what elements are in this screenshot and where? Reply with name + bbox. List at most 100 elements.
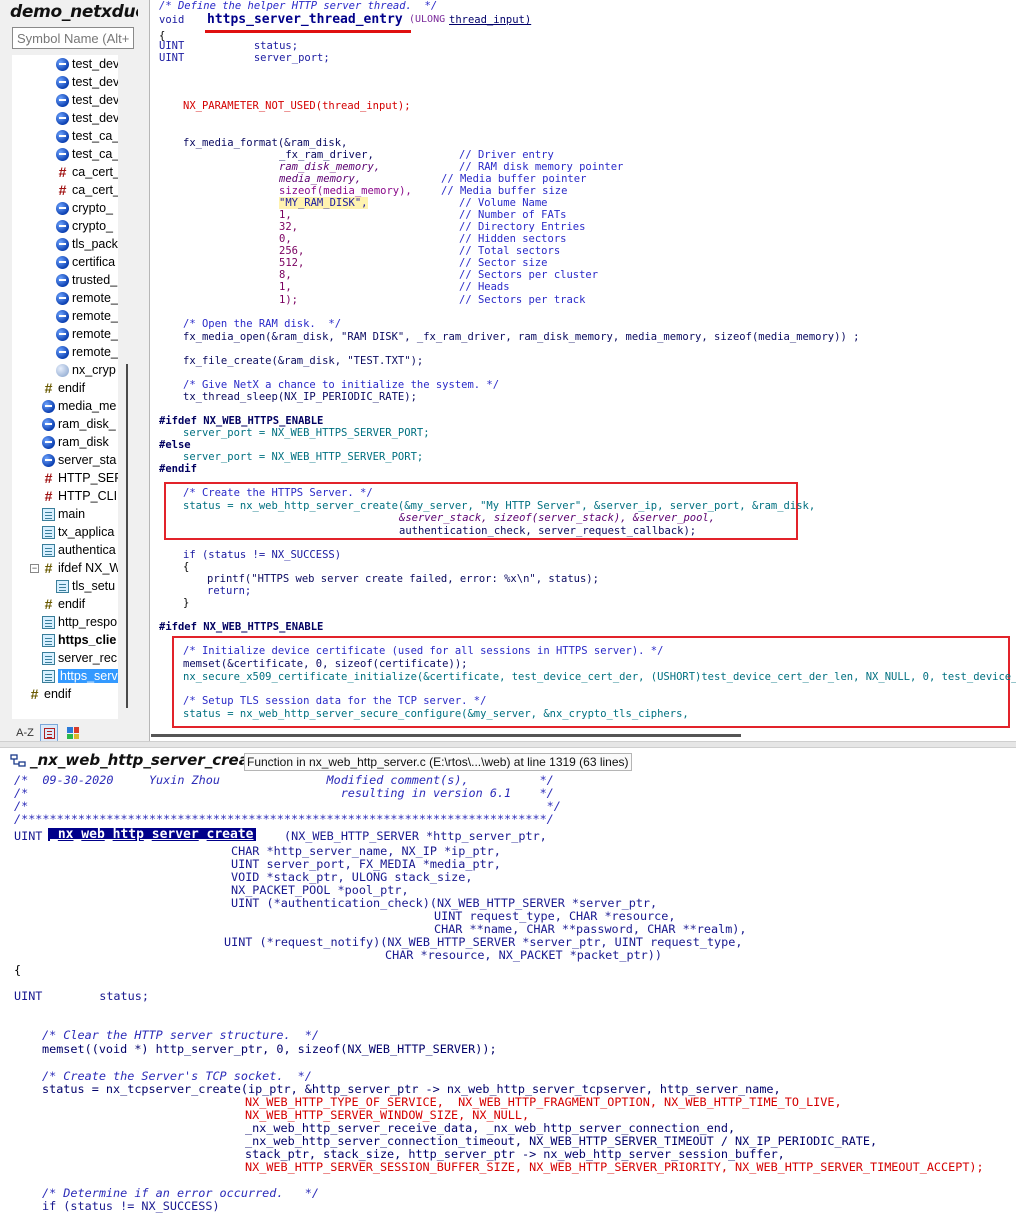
symbol-tree[interactable]: test_dev test_dev test_dev test_dev test_ca_… [12, 55, 118, 719]
symbol-tree-item-label: http_respo [58, 615, 118, 629]
code-line: fx_media_format(&ram_disk, [183, 137, 348, 149]
symbol-tree-item[interactable]: remote_ [56, 343, 118, 361]
symbol-tree-item[interactable]: ram_disk [42, 433, 109, 451]
function-icon [56, 93, 69, 107]
symbol-tree-item[interactable]: server_sta [42, 451, 116, 469]
code-line: sizeof(media_memory), [279, 185, 412, 197]
code-editor[interactable]: /* Define the helper HTTP server thread.… [151, 0, 1016, 740]
code-comment: /* Create the HTTPS Server. */ [183, 487, 373, 499]
code-line: (NX_WEB_HTTP_SERVER *http_server_ptr, [284, 829, 547, 843]
function-name-heading[interactable]: https_server_thread_entry [207, 12, 403, 27]
param-name[interactable]: thread_input) [449, 14, 531, 26]
code-line: _fx_ram_driver, [279, 149, 374, 161]
symbol-tree-item-label: server_sta [58, 453, 117, 467]
symbol-tree-item[interactable]: − # ifdef NX_W [30, 559, 118, 577]
code-comment: // Volume Name [459, 197, 548, 209]
list-view-icon [43, 727, 55, 739]
function-icon [56, 291, 69, 305]
preprocessor-line: #ifdef NX_WEB_HTTPS_ENABLE [159, 415, 324, 427]
symbol-tree-item[interactable]: # HTTP_SERV [42, 469, 118, 487]
collapse-icon[interactable]: − [30, 563, 39, 573]
symbol-tree-item-label: ifdef NX_W [58, 561, 118, 575]
macro-icon: # [58, 163, 67, 180]
symbol-tree-item[interactable]: # endif [28, 685, 72, 703]
symbol-tree-item[interactable]: media_me [42, 397, 116, 415]
symbol-tree-item[interactable]: certifica [56, 253, 115, 271]
category-view-button[interactable] [64, 724, 82, 742]
code-line: UINT server_port; [159, 52, 330, 64]
function-icon [56, 327, 69, 341]
symbol-tree-item-label: remote_ [72, 309, 118, 323]
symbol-tree-item-label: test_ca_ [72, 129, 118, 143]
symbol-tree-item-label: remote_ [72, 345, 118, 359]
code-line: { [14, 963, 22, 977]
preprocessor-line: #ifdef NX_WEB_HTTPS_ENABLE [159, 621, 324, 633]
symbol-tree-item[interactable]: remote_ [56, 289, 118, 307]
symbol-tree-item[interactable]: trusted_ [56, 271, 117, 289]
code-line: nx_secure_x509_certificate_initialize(&c… [183, 671, 1016, 683]
symbol-tree-item[interactable]: https_serv [42, 667, 118, 685]
code-line: CHAR *resource, NX_PACKET *packet_ptr)) [385, 948, 662, 962]
function-icon [56, 255, 69, 269]
code-comment: /* Initialize device certificate (used f… [183, 645, 664, 657]
symbol-tree-item[interactable]: test_dev [56, 55, 118, 73]
symbol-tree-item[interactable]: https_clie [42, 631, 116, 649]
symbol-tree-item[interactable]: # HTTP_CLIE [42, 487, 118, 505]
code-line: NX_WEB_HTTP_SERVER_SESSION_BUFFER_SIZE, … [245, 1160, 984, 1174]
symbol-tree-item[interactable]: remote_ [56, 307, 118, 325]
symbol-tree-item-label: trusted_ [72, 273, 118, 287]
symbol-tree-item[interactable]: authentica [42, 541, 116, 559]
symbol-tree-item[interactable]: nx_cryp [56, 361, 116, 379]
symbol-window: demo_netxduo_h test_devtest_devtest_devt… [0, 0, 150, 748]
relation-icon [10, 754, 26, 767]
macro-icon: # [58, 181, 67, 198]
symbol-tree-item[interactable]: server_rec [42, 649, 117, 667]
symbol-tree-item[interactable]: http_respo [42, 613, 117, 631]
symbol-tree-item-label: nx_cryp [72, 363, 116, 377]
symbol-tree-item-label: HTTP_CLIE [58, 489, 118, 503]
function-icon [56, 201, 69, 215]
tree-connector-line [126, 364, 128, 708]
symbol-search-input[interactable] [12, 27, 134, 49]
symbol-tree-item[interactable]: ram_disk_ [42, 415, 116, 433]
code-line: 1); [279, 294, 298, 306]
code-line: 1, [279, 281, 292, 293]
symbol-tree-item[interactable]: test_ca_ [56, 127, 118, 145]
symbol-tree-item[interactable]: test_dev [56, 73, 118, 91]
symbol-tree-item[interactable]: test_dev [56, 91, 118, 109]
symbol-tree-item[interactable]: # ca_cert_ [56, 163, 118, 181]
context-code-view[interactable]: /* 09-30-2020 Yuxin Zhou Modified commen… [0, 774, 1016, 1219]
sort-az-button[interactable]: A-Z [16, 724, 34, 742]
symbol-tree-item-label: authentica [58, 543, 116, 557]
symbol-tree-item[interactable]: tls_pack [56, 235, 118, 253]
symbol-tree-item[interactable]: test_ca_ [56, 145, 118, 163]
red-underline-annotation [205, 30, 411, 33]
symbol-tree-item-label: test_dev [72, 111, 118, 125]
symbol-tree-item[interactable]: crypto_ [56, 199, 113, 217]
code-string: "MY_RAM_DISK", [279, 197, 368, 209]
function-icon [42, 453, 55, 467]
symbol-tree-item[interactable]: # endif [42, 379, 86, 397]
symbol-tree-item[interactable]: # endif [42, 595, 86, 613]
highlighted-function-name[interactable]: _nx_web_http_server_create [48, 828, 256, 841]
function-icon [42, 435, 55, 449]
symbol-tree-item[interactable]: tls_setu [56, 577, 115, 595]
symbol-tree-item[interactable]: remote_ [56, 325, 118, 343]
symbol-tree-item[interactable]: test_dev [56, 109, 118, 127]
symbol-tree-item[interactable]: main [42, 505, 85, 523]
symbol-tree-item[interactable]: tx_applica [42, 523, 114, 541]
context-function-name[interactable]: _nx_web_http_server_create [30, 751, 266, 769]
function-icon [56, 237, 69, 251]
pane-splitter[interactable] [0, 741, 1016, 748]
code-line: 8, [279, 269, 292, 281]
code-comment: /* Open the RAM disk. */ [183, 318, 342, 330]
context-location-info[interactable]: Function in nx_web_http_server.c (E:\rto… [244, 753, 632, 771]
horizontal-scrollbar[interactable] [151, 734, 741, 737]
symbol-tree-item[interactable]: crypto_ [56, 217, 113, 235]
symbol-tree-item-label: https_clie [58, 633, 117, 647]
file-function-icon [42, 543, 55, 557]
symbol-tree-item[interactable]: # ca_cert_ [56, 181, 118, 199]
symbol-tree-item-label: crypto_ [72, 219, 113, 233]
code-line: 1, [279, 209, 292, 221]
list-view-button[interactable] [40, 724, 58, 742]
